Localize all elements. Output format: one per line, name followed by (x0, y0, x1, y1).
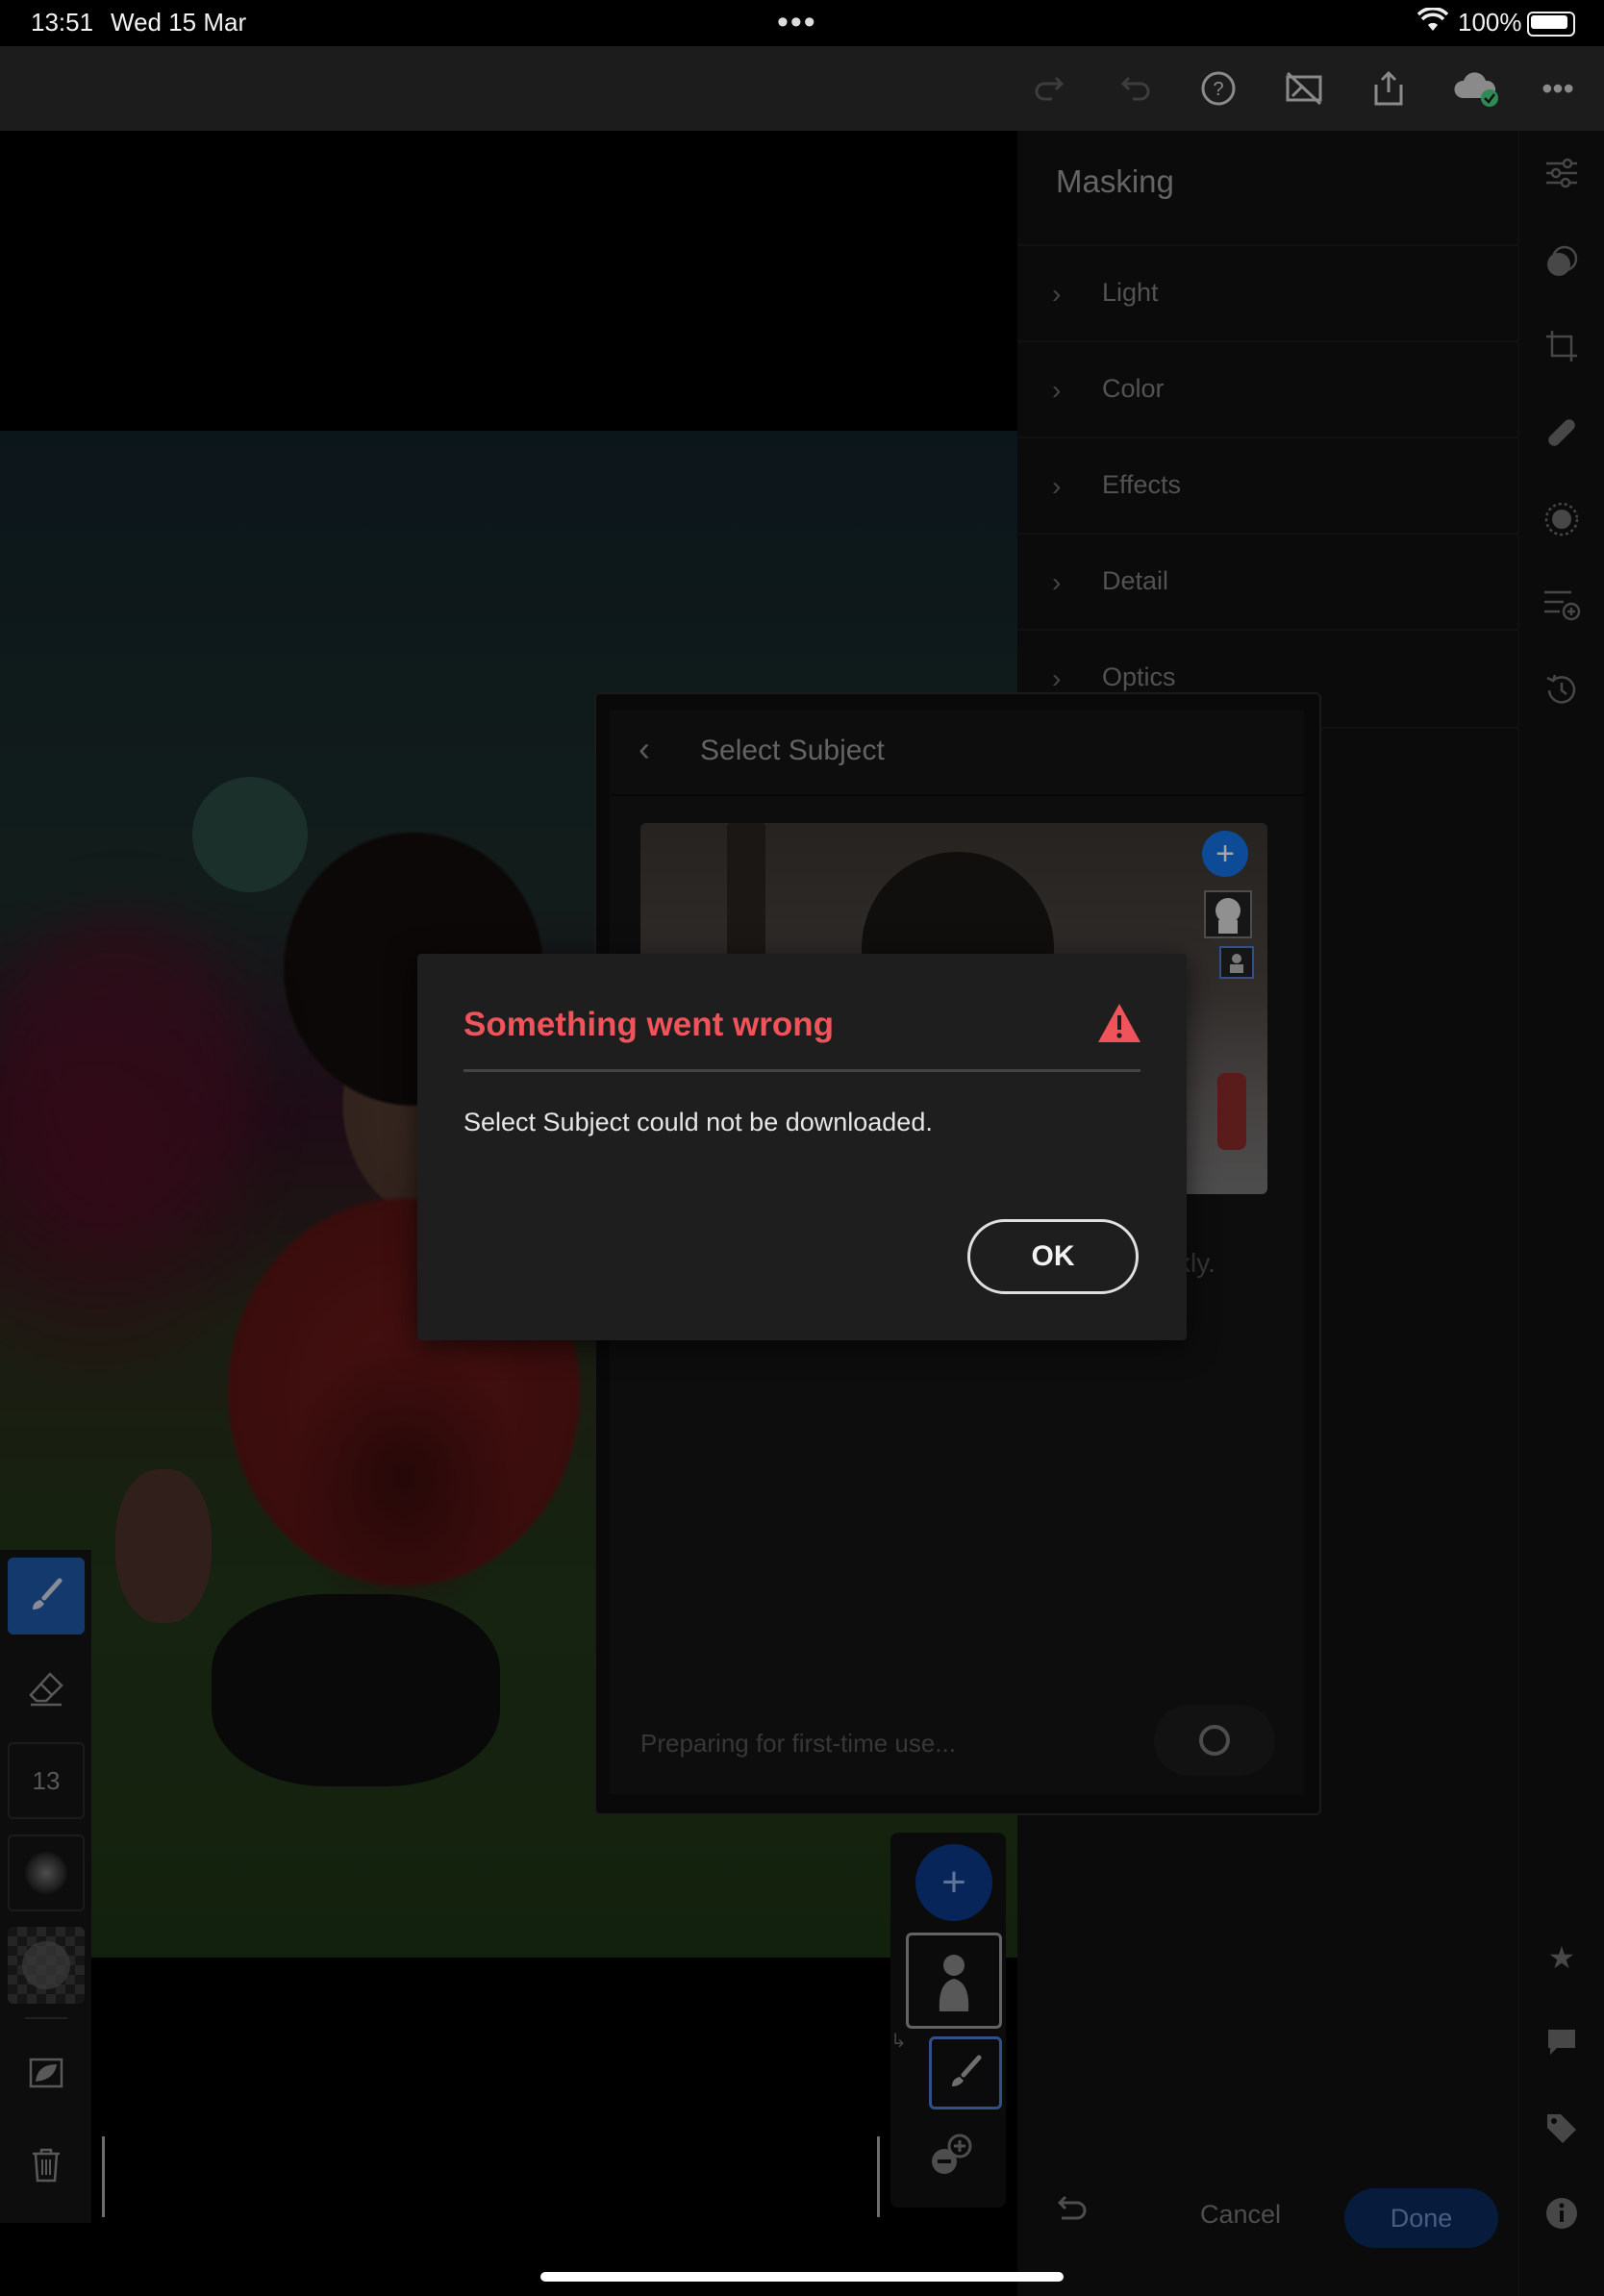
error-dialog: Something went wrong Select Subject coul… (417, 954, 1187, 1340)
compare-off-icon[interactable] (1283, 67, 1325, 110)
battery-icon (1527, 12, 1575, 37)
more-icon[interactable]: ••• (1537, 67, 1579, 110)
warning-icon (1096, 1002, 1142, 1044)
status-time: 13:51 (31, 8, 94, 37)
undo-icon[interactable] (1114, 67, 1156, 110)
share-icon[interactable] (1367, 67, 1410, 110)
status-date: Wed 15 Mar (111, 8, 247, 37)
cloud-synced-icon[interactable] (1450, 67, 1502, 110)
top-toolbar: ? ••• (0, 46, 1604, 131)
dialog-title: Something went wrong (464, 1006, 834, 1043)
help-icon[interactable]: ? (1197, 67, 1240, 110)
svg-text:?: ? (1213, 79, 1223, 100)
dialog-message: Select Subject could not be downloaded. (464, 1108, 933, 1136)
battery-percent: 100% (1458, 8, 1522, 37)
dialog-divider (464, 1069, 1140, 1072)
wifi-icon (1416, 7, 1449, 39)
multitask-dots[interactable]: ••• (777, 4, 817, 41)
redo-icon[interactable] (1029, 67, 1071, 110)
status-bar: 13:51 Wed 15 Mar ••• 100% (0, 0, 1604, 46)
ok-button[interactable]: OK (967, 1219, 1139, 1294)
home-indicator[interactable] (540, 2272, 1064, 2282)
